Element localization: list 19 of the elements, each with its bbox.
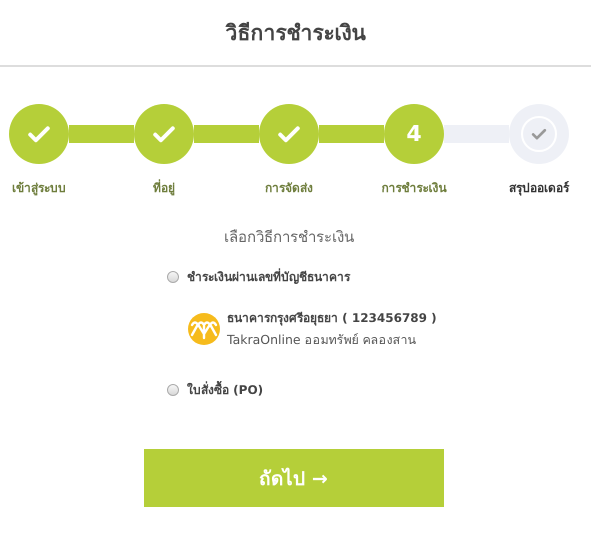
option-label[interactable]: ชำระเงินผ่านเลขที่บัญชีธนาคาร [187, 267, 350, 286]
radio-button[interactable] [167, 384, 179, 396]
section-heading: เลือกวิธีการชำระเงิน [224, 227, 355, 248]
radio-button[interactable] [167, 270, 179, 282]
step-label: สรุปออเดอร์ [509, 180, 569, 197]
progress-connector [444, 125, 509, 143]
step-label: การจัดส่ง [265, 180, 313, 197]
step-number: 4 [384, 104, 444, 164]
bank-logo-icon [188, 313, 220, 345]
step-label: การชำระเงิน [382, 180, 446, 197]
bank-name: ธนาคารกรุงศรีอยุธยา ( 123456789 ) [227, 310, 437, 327]
step-label: เข้าสู่ระบบ [12, 180, 66, 197]
progress-connector [69, 125, 134, 143]
option-label[interactable]: ใบสั่งซื้อ (PO) [187, 380, 264, 399]
step-label: ที่อยู่ [153, 178, 175, 197]
page-title: วิธีการชำระเงิน [226, 20, 366, 47]
progress-connector [319, 125, 384, 143]
progress-connector [194, 125, 259, 143]
account-name: TakraOnline ออมทรัพย์ คลองสาน [227, 331, 418, 349]
